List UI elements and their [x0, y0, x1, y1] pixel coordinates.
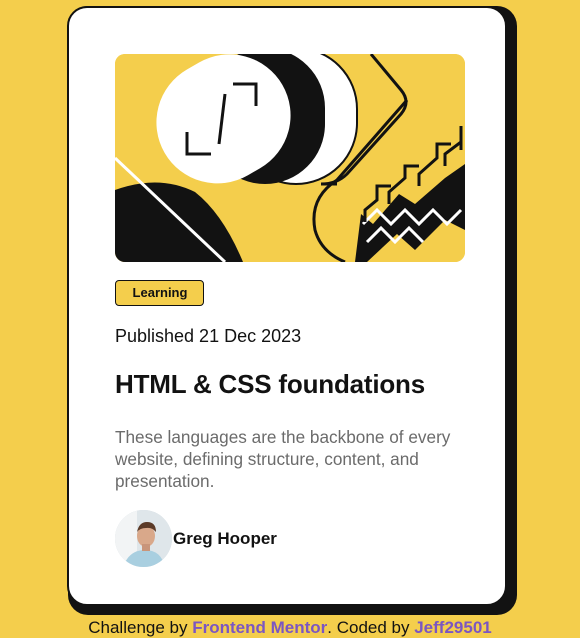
- person-portrait-icon: [115, 510, 172, 567]
- published-date: Published 21 Dec 2023: [115, 326, 302, 346]
- avatar: [115, 510, 172, 567]
- attribution-prefix: Challenge by: [88, 618, 193, 637]
- blog-preview-card: Learning Published 21 Dec 2023 HTML & CS…: [67, 6, 507, 606]
- author-name: Greg Hooper: [173, 528, 277, 548]
- challenge-link[interactable]: Frontend Mentor: [192, 618, 327, 637]
- author: Greg Hooper: [115, 510, 277, 567]
- card-illustration: [115, 54, 465, 262]
- attribution: Challenge by Frontend Mentor. Coded by J…: [0, 618, 580, 638]
- card-title[interactable]: HTML & CSS foundations: [115, 369, 425, 400]
- attribution-middle: . Coded by: [327, 618, 415, 637]
- abstract-illustration-icon: [115, 54, 465, 262]
- card-description: These languages are the backbone of ever…: [115, 427, 451, 491]
- author-link[interactable]: Jeff29501: [414, 618, 492, 637]
- category-tag: Learning: [115, 280, 204, 306]
